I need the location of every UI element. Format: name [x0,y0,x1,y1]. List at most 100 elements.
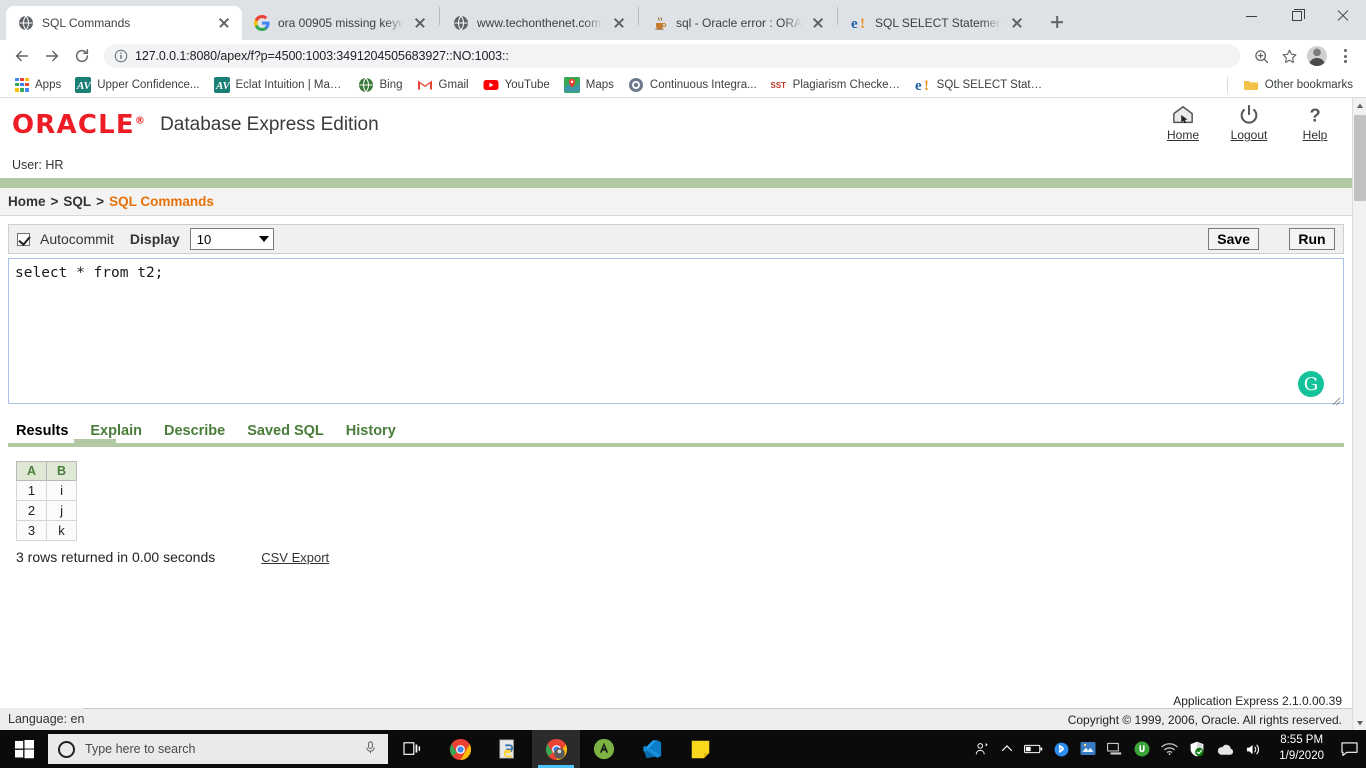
tab-history[interactable]: History [346,423,396,441]
results-table: A B 1 i 2 j 3 k [15,461,78,541]
close-icon[interactable] [412,15,428,31]
bookmarks-bar: Apps AV Upper Confidence... AV Eclat Int… [0,72,1366,98]
minimize-button[interactable] [1228,0,1274,32]
close-icon[interactable] [1009,15,1025,31]
battery-icon[interactable] [1024,743,1043,755]
scrollbar-thumb[interactable] [1354,115,1366,201]
bookmark-label: Other bookmarks [1264,78,1353,91]
utorrent-icon[interactable] [1134,741,1150,757]
action-center-icon[interactable] [1341,741,1358,757]
tab-saved-sql[interactable]: Saved SQL [247,423,324,441]
bookmark-item-1[interactable]: AV Eclat Intuition | Mac... [207,74,351,96]
bookmark-label: Plagiarism Checker... [792,78,901,91]
bluetooth-icon[interactable] [1054,742,1069,757]
close-icon[interactable] [611,15,627,31]
nav-home[interactable]: Home [1160,104,1206,142]
show-hidden-icons-icon[interactable] [1001,743,1013,755]
address-bar[interactable]: 127.0.0.1:8080/apex/f?p=4500:1003:349120… [104,44,1240,68]
browser-tab-4[interactable]: sql - Oracle error : ORA-00905 [640,6,836,40]
breadcrumb-sql[interactable]: SQL [63,194,91,209]
taskbar-python-idle-icon[interactable] [484,730,532,768]
bookmark-item-0[interactable]: AV Upper Confidence... [68,74,206,96]
windows-taskbar: Type here to search 8:55 PM 1/9/2020 [0,730,1366,768]
people-icon[interactable] [974,741,990,757]
volume-icon[interactable] [1245,742,1262,757]
grammarly-icon[interactable]: G [1298,371,1324,397]
onedrive-icon[interactable] [1216,743,1234,756]
back-button[interactable] [8,42,36,70]
svg-text:SST: SST [771,81,786,90]
forward-button[interactable] [38,42,66,70]
start-button[interactable] [0,730,48,768]
site-info-icon[interactable] [114,49,128,63]
experts-exchange-icon: e ! [851,16,865,31]
tab-results[interactable]: Results [16,423,68,441]
bookmark-item-6[interactable]: Continuous Integra... [621,74,764,96]
resize-handle[interactable] [1330,395,1341,406]
browser-tab-1[interactable]: SQL Commands [6,6,242,40]
zoom-icon[interactable] [1248,43,1274,69]
scroll-down-button[interactable] [1353,715,1366,730]
clock[interactable]: 8:55 PM 1/9/2020 [1273,733,1330,764]
taskbar-chrome-active-icon[interactable] [532,730,580,768]
sql-editor[interactable] [8,258,1344,404]
nav-help[interactable]: ? Help [1292,104,1338,142]
scroll-up-button[interactable] [1353,98,1366,113]
column-header-a[interactable]: A [15,461,48,481]
breadcrumb-home[interactable]: Home [8,194,46,209]
browser-tab-5[interactable]: e ! SQL SELECT Statement | SQL S [839,6,1035,40]
bookmark-item-2[interactable]: Bing [351,74,410,96]
browser-tab-2[interactable]: ora 00905 missing keyword - G [242,6,438,40]
mic-icon[interactable] [363,740,378,758]
bookmark-star-icon[interactable] [1276,43,1302,69]
maximize-button[interactable] [1274,0,1320,32]
globe-icon [19,15,33,31]
bookmark-item-3[interactable]: Gmail [410,74,476,96]
table-row: 2 j [15,500,78,521]
display-rows-select[interactable]: 10 [189,228,274,250]
breadcrumb: Home > SQL > SQL Commands [0,188,1352,216]
avatar[interactable] [1304,43,1330,69]
nav-logout[interactable]: Logout [1226,104,1272,142]
taskbar-vscode-icon[interactable] [628,730,676,768]
bookmark-item-5[interactable]: Maps [557,74,621,96]
close-icon[interactable] [810,15,826,31]
run-button[interactable]: Run [1289,228,1335,250]
tab-describe[interactable]: Describe [164,423,225,441]
autocommit-checkbox[interactable] [17,232,30,246]
task-view-button[interactable] [388,730,436,768]
defender-icon[interactable] [1189,741,1205,757]
taskbar-android-studio-icon[interactable] [580,730,628,768]
taskbar-chrome-icon[interactable] [436,730,484,768]
bookmark-label: Maps [585,78,614,91]
wifi-icon[interactable] [1161,742,1178,756]
other-bookmarks-button[interactable]: Other bookmarks [1236,74,1360,96]
bookmark-item-8[interactable]: e ! SQL SELECT Statem... [908,74,1052,96]
display-icon[interactable] [1107,742,1123,756]
gear-globe-icon [628,77,643,92]
clock-time: 8:55 PM [1280,734,1324,747]
new-tab-button[interactable] [1043,8,1071,36]
taskbar-sticky-notes-icon[interactable] [676,730,724,768]
chrome-menu-button[interactable] [1332,43,1358,69]
column-header-b[interactable]: B [46,461,78,481]
app-version: Application Express 2.1.0.00.39 [1173,694,1342,708]
svg-text:e: e [851,16,858,31]
gmail-icon [417,80,432,89]
close-window-button[interactable] [1320,0,1366,32]
display-rows-value: 10 [196,231,212,247]
bookmark-label: Bing [379,78,403,91]
network-app-icon[interactable] [1080,741,1096,757]
bookmark-apps[interactable]: Apps [8,74,68,96]
search-input[interactable]: Type here to search [48,734,388,764]
close-icon[interactable] [216,15,232,31]
bookmark-item-7[interactable]: SST Plagiarism Checker... [764,74,908,96]
save-button[interactable]: Save [1208,228,1259,250]
experts-exchange-icon: e ! [915,78,929,93]
nav-label: Help [1302,128,1328,142]
reload-button[interactable] [68,42,96,70]
csv-export-link[interactable]: CSV Export [261,550,329,565]
bookmark-item-4[interactable]: YouTube [476,74,557,96]
browser-tab-3[interactable]: www.techonthenet.com [441,6,637,40]
page-scrollbar[interactable] [1352,98,1366,730]
